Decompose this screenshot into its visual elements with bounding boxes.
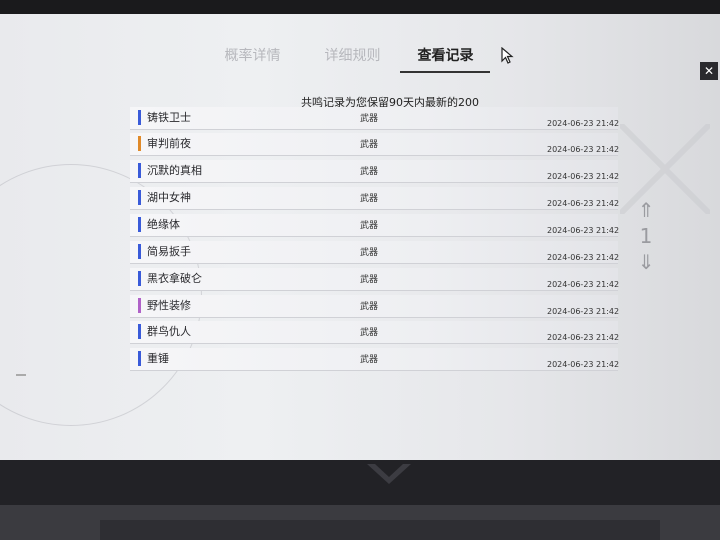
- close-button[interactable]: ✕: [700, 62, 718, 80]
- rarity-bar: [138, 244, 141, 259]
- rarity-bar: [138, 217, 141, 232]
- item-name: 简易扳手: [147, 245, 191, 258]
- item-name: 黑衣拿破仑: [147, 272, 202, 285]
- item-time: 2024-06-23 21:42: [547, 360, 620, 369]
- rarity-bar: [138, 351, 141, 366]
- item-time: 2024-06-23 21:42: [547, 199, 620, 208]
- pagination: ⇑ 1 ⇓: [633, 199, 659, 289]
- item-name: 野性装修: [147, 299, 191, 312]
- page-up-arrow-icon[interactable]: ⇑: [633, 199, 659, 221]
- list-item: 黑衣拿破仑 武器 2024-06-23 21:42: [130, 268, 620, 291]
- item-time: 2024-06-23 21:42: [547, 280, 620, 289]
- active-tab-underline: [400, 71, 490, 73]
- item-time: 2024-06-23 21:42: [547, 119, 620, 128]
- item-name: 重锤: [147, 352, 169, 365]
- item-time: 2024-06-23 21:42: [547, 226, 620, 235]
- item-name: 审判前夜: [147, 137, 191, 150]
- tab-probability-details[interactable]: 概率详情: [210, 39, 295, 73]
- item-type: 武器: [360, 355, 379, 365]
- item-type: 武器: [360, 221, 379, 231]
- rarity-bar: [138, 163, 141, 178]
- rarity-bar: [138, 110, 141, 125]
- laptop-logo-icon: [367, 464, 411, 484]
- item-name: 沉默的真相: [147, 164, 202, 177]
- list-item: 审判前夜 武器 2024-06-23 21:42: [130, 133, 620, 156]
- item-type: 武器: [360, 302, 379, 312]
- list-item: 重锤 武器 2024-06-23 21:42: [130, 348, 620, 371]
- keyboard-deck: [100, 520, 660, 540]
- left-edge-marker: [16, 374, 26, 376]
- rarity-bar: [138, 298, 141, 313]
- page-down-arrow-icon[interactable]: ⇓: [633, 251, 659, 273]
- page-number: 1: [639, 224, 653, 248]
- item-time: 2024-06-23 21:42: [547, 253, 620, 262]
- rarity-bar: [138, 324, 141, 339]
- item-type: 武器: [360, 167, 379, 177]
- rarity-bar: [138, 271, 141, 286]
- list-item: 铸铁卫士 武器 2024-06-23 21:42: [130, 107, 620, 130]
- rarity-bar: [138, 190, 141, 205]
- list-item: 湖中女神 武器 2024-06-23 21:42: [130, 187, 620, 210]
- item-name: 绝缘体: [147, 218, 180, 231]
- top-bezel: [0, 0, 720, 14]
- screen: 概率详情 详细规则 查看记录 ✕ 共鸣记录为您保留90天内最新的200条 铸铁卫…: [0, 14, 720, 460]
- tab-view-records[interactable]: 查看记录: [403, 39, 488, 73]
- item-name: 群鸟仇人: [147, 325, 191, 338]
- item-time: 2024-06-23 21:42: [547, 307, 620, 316]
- list-item: 野性装修 武器 2024-06-23 21:42: [130, 295, 620, 318]
- item-name: 湖中女神: [147, 191, 191, 204]
- list-item: 沉默的真相 武器 2024-06-23 21:42: [130, 160, 620, 183]
- tab-detailed-rules[interactable]: 详细规则: [310, 39, 395, 73]
- list-item: 简易扳手 武器 2024-06-23 21:42: [130, 241, 620, 264]
- item-type: 武器: [360, 194, 379, 204]
- list-item: 绝缘体 武器 2024-06-23 21:42: [130, 214, 620, 237]
- tab-bar: 概率详情 详细规则 查看记录: [210, 39, 530, 85]
- item-type: 武器: [360, 275, 379, 285]
- item-type: 武器: [360, 114, 379, 124]
- item-time: 2024-06-23 21:42: [547, 333, 620, 342]
- rarity-bar: [138, 136, 141, 151]
- item-type: 武器: [360, 140, 379, 150]
- item-type: 武器: [360, 328, 379, 338]
- mouse-cursor-icon: [501, 47, 514, 64]
- list-item: 群鸟仇人 武器 2024-06-23 21:42: [130, 321, 620, 344]
- item-type: 武器: [360, 248, 379, 258]
- item-name: 铸铁卫士: [147, 111, 191, 124]
- item-time: 2024-06-23 21:42: [547, 172, 620, 181]
- item-time: 2024-06-23 21:42: [547, 145, 620, 154]
